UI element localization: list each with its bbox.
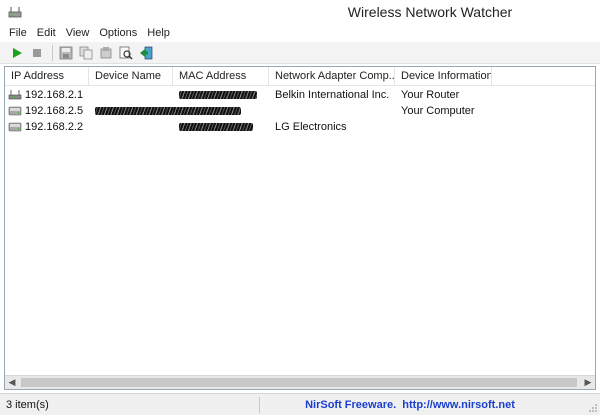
column-header-network-adapter-company[interactable]: Network Adapter Comp...: [269, 67, 395, 86]
find-icon: [119, 46, 133, 60]
save-button[interactable]: [57, 44, 75, 62]
toolbar-separator: [52, 44, 53, 61]
cell-device-name: [89, 87, 173, 103]
scrollbar-thumb[interactable]: [21, 378, 577, 387]
column-header-device-name[interactable]: Device Name: [89, 67, 173, 86]
scroll-left-icon[interactable]: ◀: [5, 376, 19, 389]
cell-ip-address: 192.168.2.5: [5, 103, 89, 119]
table-row[interactable]: 192.168.2.1 Belkin International Inc. Yo…: [5, 87, 595, 103]
exit-button[interactable]: [137, 44, 155, 62]
device-list[interactable]: IP Address Device Name MAC Address Netwo…: [4, 66, 596, 390]
menu-help[interactable]: Help: [142, 24, 175, 42]
menu-view[interactable]: View: [61, 24, 95, 42]
cell-mac-address: [173, 103, 269, 119]
column-header-mac-address[interactable]: MAC Address: [173, 67, 269, 86]
nirsoft-link-text: NirSoft Freeware. http://www.nirsoft.net: [305, 398, 515, 411]
cell-adapter-company: [269, 103, 395, 119]
computer-icon: [8, 122, 22, 132]
cell-mac-address: [173, 119, 269, 135]
column-header-device-information[interactable]: Device Information: [395, 67, 492, 86]
exit-icon: [140, 46, 153, 59]
router-icon: [8, 90, 22, 100]
redacted-device-name: [95, 107, 173, 115]
copy-icon: [79, 46, 93, 59]
table-row[interactable]: 192.168.2.5 Your Computer: [5, 103, 595, 119]
ip-text: 192.168.2.5: [25, 105, 84, 117]
menu-options[interactable]: Options: [94, 24, 142, 42]
menu-file[interactable]: File: [4, 24, 32, 42]
list-rows: 192.168.2.1 Belkin International Inc. Yo…: [5, 87, 595, 135]
save-icon: [59, 46, 73, 59]
toolbar: [0, 42, 600, 64]
cell-ip-address: 192.168.2.1: [5, 87, 89, 103]
status-bar: 3 item(s) NirSoft Freeware. http://www.n…: [0, 393, 600, 415]
cell-device-info: Your Router: [401, 89, 460, 101]
cell-mac-address: [173, 87, 269, 103]
cell-device-name: [89, 119, 173, 135]
cell-adapter-company: LG Electronics: [275, 121, 347, 133]
cell-device-info: [395, 119, 492, 135]
nirsoft-link[interactable]: NirSoft Freeware. http://www.nirsoft.net: [260, 397, 600, 413]
redacted-mac: [179, 91, 257, 99]
table-row[interactable]: 192.168.2.2 LG Electronics: [5, 119, 595, 135]
play-icon: [13, 47, 22, 58]
report-icon: [100, 46, 112, 58]
ip-text: 192.168.2.2: [25, 121, 84, 133]
menu-bar: File Edit View Options Help: [0, 24, 600, 42]
cell-device-info: Your Computer: [401, 105, 475, 117]
scroll-right-icon[interactable]: ▶: [581, 376, 595, 389]
cell-device-name: [89, 103, 173, 119]
list-header: IP Address Device Name MAC Address Netwo…: [5, 67, 595, 86]
html-report-button[interactable]: [97, 44, 115, 62]
cell-adapter-company: Belkin International Inc.: [275, 89, 390, 101]
cell-ip-address: 192.168.2.2: [5, 119, 89, 135]
computer-icon: [8, 106, 22, 116]
item-count: 3 item(s): [0, 396, 260, 413]
stop-scan-button[interactable]: [28, 44, 46, 62]
redacted-mac: [179, 123, 253, 131]
menu-edit[interactable]: Edit: [32, 24, 61, 42]
resize-grip-icon[interactable]: [588, 403, 598, 413]
redacted-mac: [173, 107, 241, 115]
copy-button[interactable]: [77, 44, 95, 62]
window-title: Wireless Network Watcher: [347, 4, 513, 20]
start-scan-button[interactable]: [8, 44, 26, 62]
ip-text: 192.168.2.1: [25, 89, 84, 101]
horizontal-scrollbar[interactable]: ◀ ▶: [5, 375, 595, 389]
column-header-ip-address[interactable]: IP Address: [5, 67, 89, 86]
stop-icon: [33, 48, 41, 57]
title-bar: Wireless Network Watcher: [0, 0, 600, 24]
properties-button[interactable]: [117, 44, 135, 62]
